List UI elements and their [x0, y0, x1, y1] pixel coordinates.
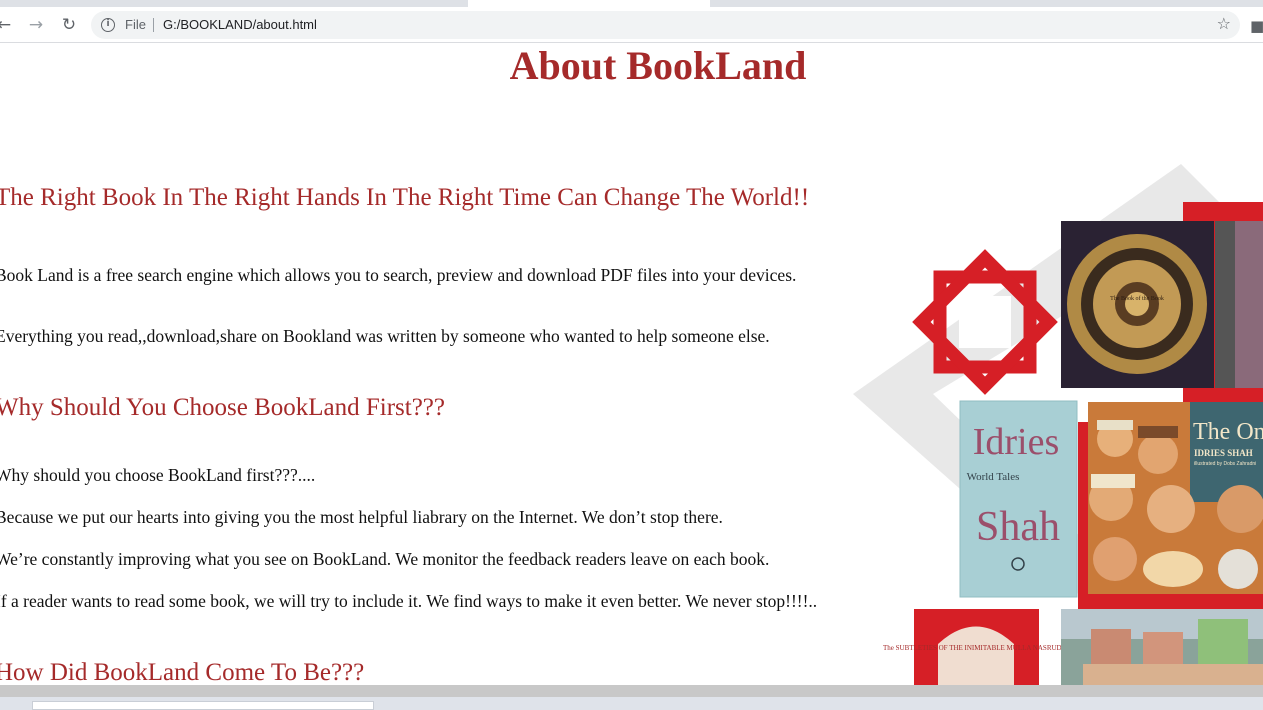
tab-strip	[0, 0, 1263, 7]
star-logo-icon	[912, 249, 1058, 395]
back-arrow-icon[interactable]: ←	[0, 11, 18, 39]
book-3-author: IDRIES SHAH	[1194, 448, 1253, 458]
svg-text:The SUBTLETIES OF THE INIMITAB: The SUBTLETIES OF THE INIMITABLE MULLA N…	[883, 644, 1069, 652]
book-3-title: The Oni	[1193, 419, 1263, 445]
book-2-title-b: Shah	[976, 504, 1060, 550]
section-heading-right-book: The Right Book In The Right Hands In The…	[0, 184, 810, 211]
page-viewport: About BookLand The Right Book In The Rig…	[0, 44, 1263, 685]
photo-books-in-hands	[1061, 609, 1263, 685]
horizontal-scrollbar[interactable]	[0, 685, 1263, 697]
book-collage-image: The Book of the Book Idries World Tales …	[853, 164, 1263, 685]
book-1-text: The Book of the Book	[1110, 295, 1164, 302]
reload-icon[interactable]: ↻	[55, 11, 83, 39]
page-title: About BookLand	[509, 44, 807, 88]
book-cover-the-oni: The Oni IDRIES SHAH illustrated by Dobs …	[1088, 402, 1263, 594]
paragraph-improving: We’re constantly improving what you see …	[0, 549, 770, 569]
book-cover-mulla-nasrudin: The SUBTLETIES OF THE INIMITABLE MULLA N…	[883, 609, 1069, 685]
active-tab[interactable]	[468, 0, 710, 7]
paragraph-everything-you-read: Everything you read,,download,share on B…	[0, 326, 770, 346]
url-text[interactable]: G:/BOOKLAND/about.html	[163, 17, 317, 32]
taskbar-search-box[interactable]	[32, 701, 374, 710]
browser-toolbar: ← → ↻ i File G:/BOOKLAND/about.html ☆ ■	[0, 7, 1263, 43]
book-2-subtitle: World Tales	[967, 471, 1020, 483]
book-cover-idries-shah: Idries World Tales Shah	[959, 400, 1078, 598]
info-icon[interactable]: i	[101, 18, 115, 32]
book-3-sub: illustrated by Dobs Zahradni	[1194, 461, 1256, 467]
section-heading-how-came: How Did BookLand Come To Be???	[0, 659, 365, 685]
puzzle-icon[interactable]: ■	[1250, 17, 1263, 35]
scheme-label: File	[125, 17, 146, 32]
paragraph-reader-wants: If a reader wants to read some book, we …	[0, 591, 818, 611]
os-taskbar	[0, 697, 1263, 710]
book-2-title-a: Idries	[973, 421, 1060, 463]
book-4-text: The SUBTLETIES OF THE INIMITABLE MULLA N…	[883, 644, 1069, 652]
book-cover-medallion: The Book of the Book	[1061, 221, 1214, 388]
forward-arrow-icon[interactable]: →	[22, 11, 50, 39]
omnibox-divider	[153, 18, 154, 32]
star-icon[interactable]: ☆	[1217, 14, 1231, 33]
section-heading-why-choose: Why Should You Choose BookLand First???	[0, 394, 445, 421]
paragraph-hearts: Because we put our hearts into giving yo…	[0, 507, 723, 527]
paragraph-search-engine: Book Land is a free search engine which …	[0, 265, 797, 285]
paragraph-why-choose: Why should you choose BookLand first???.…	[0, 465, 316, 485]
address-bar[interactable]: i File G:/BOOKLAND/about.html ☆	[91, 11, 1240, 39]
